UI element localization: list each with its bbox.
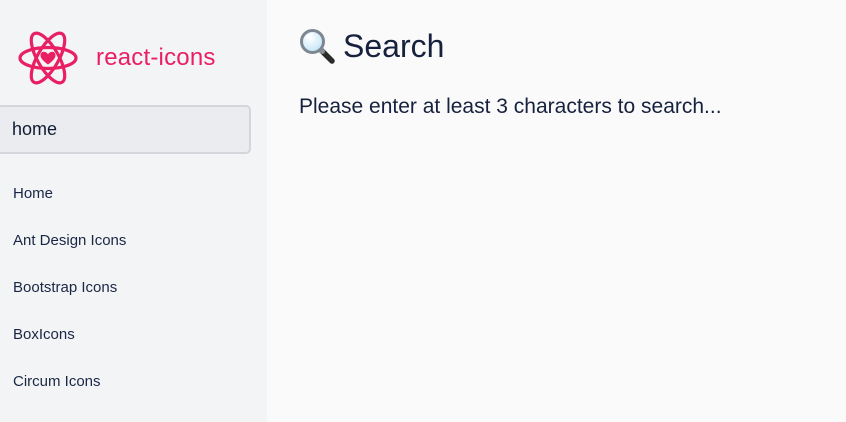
brand[interactable]: react-icons [17, 29, 216, 87]
brand-name: react-icons [96, 44, 216, 71]
page-title: Search [298, 27, 444, 65]
react-logo-icon [18, 31, 78, 85]
sidebar-item-circum-icons[interactable]: Circum Icons [13, 358, 126, 405]
sidebar-item-home[interactable]: Home [13, 170, 126, 217]
sidebar: react-icons Home Ant Design Icons Bootst… [0, 0, 267, 422]
magnifying-glass-icon [300, 29, 335, 64]
search-input[interactable] [0, 105, 251, 154]
main-content: Search Please enter at least 3 character… [267, 0, 846, 422]
sidebar-item-ant-design-icons[interactable]: Ant Design Icons [13, 217, 126, 264]
search-hint-message: Please enter at least 3 characters to se… [299, 95, 722, 118]
sidebar-nav: Home Ant Design Icons Bootstrap Icons Bo… [13, 170, 126, 405]
sidebar-item-boxicons[interactable]: BoxIcons [13, 311, 126, 358]
page-title-text: Search [343, 27, 445, 64]
sidebar-item-bootstrap-icons[interactable]: Bootstrap Icons [13, 264, 126, 311]
